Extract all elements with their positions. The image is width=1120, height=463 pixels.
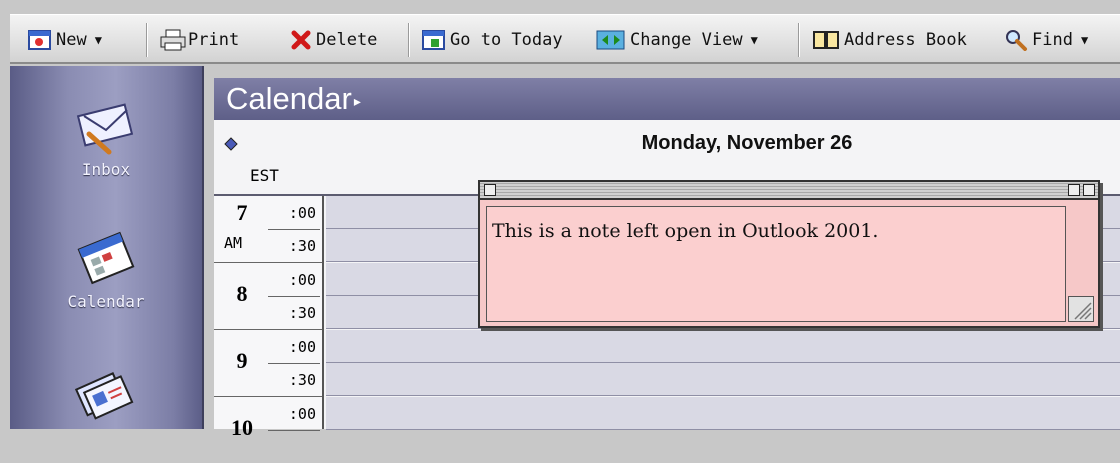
note-window[interactable]: This is a note left open in Outlook 2001… bbox=[478, 180, 1100, 328]
go-to-today-label: Go to Today bbox=[450, 30, 563, 50]
find-button[interactable]: Find ▼ bbox=[1004, 23, 1088, 57]
hour-row-8: 8 :00 :30 bbox=[214, 263, 322, 330]
sidebar-item-calendar[interactable]: Calendar bbox=[10, 228, 202, 311]
hour-row-7: 7 AM :00 :30 bbox=[214, 196, 322, 263]
zoom-box-icon[interactable] bbox=[1068, 184, 1080, 196]
chevron-down-icon: ▼ bbox=[750, 33, 758, 47]
close-box-icon[interactable] bbox=[484, 184, 496, 196]
print-label: Print bbox=[188, 30, 240, 50]
address-book-button[interactable]: Address Book bbox=[812, 23, 967, 57]
toolbar-divider bbox=[408, 23, 410, 57]
half-hour-line bbox=[268, 430, 320, 431]
delete-x-icon bbox=[290, 29, 312, 51]
delete-label: Delete bbox=[316, 30, 378, 50]
menu-arrow-icon: ▸ bbox=[353, 92, 361, 109]
hour-label: 8 bbox=[236, 281, 248, 306]
address-book-icon bbox=[812, 29, 840, 51]
minute-label: :30 bbox=[288, 371, 316, 389]
minute-label: :30 bbox=[288, 304, 316, 322]
change-view-icon bbox=[596, 29, 626, 51]
print-button[interactable]: Print bbox=[160, 23, 239, 57]
note-title-bar[interactable] bbox=[480, 182, 1098, 200]
half-hour-line bbox=[268, 363, 320, 364]
new-label: New bbox=[56, 30, 87, 50]
new-item-icon bbox=[28, 29, 52, 51]
time-slot[interactable] bbox=[326, 330, 1120, 363]
go-to-today-button[interactable]: Go to Today bbox=[422, 23, 563, 57]
sidebar-item-inbox[interactable]: Inbox bbox=[10, 100, 202, 179]
address-book-label: Address Book bbox=[844, 30, 967, 50]
today-calendar-icon bbox=[422, 29, 446, 51]
ampm-label: AM bbox=[224, 234, 243, 252]
sidebar: Inbox Calendar bbox=[10, 66, 204, 429]
note-text: This is a note left open in Outlook 2001… bbox=[492, 220, 879, 242]
day-title: Monday, November 26 bbox=[641, 132, 853, 154]
find-label: Find bbox=[1032, 30, 1073, 50]
hour-label: 10 bbox=[231, 415, 253, 440]
time-column: 7 AM :00 :30 8 :00 :30 9 :00 :30 10 :00 bbox=[214, 196, 324, 440]
half-hour-line bbox=[268, 296, 320, 297]
time-slot[interactable] bbox=[326, 363, 1120, 396]
chevron-down-icon: ▼ bbox=[1080, 33, 1089, 47]
time-slot[interactable] bbox=[326, 397, 1120, 430]
minute-label: :30 bbox=[288, 237, 316, 255]
sidebar-item-label: Inbox bbox=[81, 160, 131, 179]
calendar-header[interactable]: Calendar ▸ bbox=[214, 78, 1120, 120]
hour-row-10: 10 :00 bbox=[214, 397, 322, 463]
half-hour-line bbox=[268, 229, 320, 230]
toolbar-divider bbox=[146, 23, 148, 57]
sidebar-item-address-book[interactable] bbox=[10, 364, 202, 430]
hour-row-9: 9 :00 :30 bbox=[214, 330, 322, 397]
address-cards-icon bbox=[73, 372, 139, 430]
calendar-header-title: Calendar bbox=[226, 81, 352, 116]
timezone-label: EST bbox=[250, 166, 279, 185]
delete-button[interactable]: Delete bbox=[290, 23, 377, 57]
minute-label: :00 bbox=[288, 405, 316, 423]
resize-grip-icon[interactable] bbox=[1068, 296, 1094, 322]
toolbar-divider bbox=[798, 23, 800, 57]
magnifier-search-icon bbox=[1004, 29, 1028, 51]
change-view-button[interactable]: Change View ▼ bbox=[596, 23, 758, 57]
minute-label: :00 bbox=[288, 204, 316, 222]
toolbar: New ▼ Print Delete Go to Today Change Vi… bbox=[10, 14, 1120, 64]
hour-label: 9 bbox=[236, 348, 248, 373]
collapse-box-icon[interactable] bbox=[1083, 184, 1095, 196]
chevron-down-icon: ▼ bbox=[94, 33, 102, 47]
minute-label: :00 bbox=[288, 271, 316, 289]
change-view-label: Change View bbox=[630, 30, 743, 50]
hour-label: 7 bbox=[236, 200, 248, 225]
printer-icon bbox=[160, 29, 186, 51]
calendar-icon bbox=[75, 231, 137, 292]
minute-label: :00 bbox=[288, 338, 316, 356]
new-button[interactable]: New ▼ bbox=[28, 23, 102, 57]
sidebar-item-label: Calendar bbox=[67, 292, 145, 311]
inbox-envelope-icon bbox=[75, 103, 137, 160]
